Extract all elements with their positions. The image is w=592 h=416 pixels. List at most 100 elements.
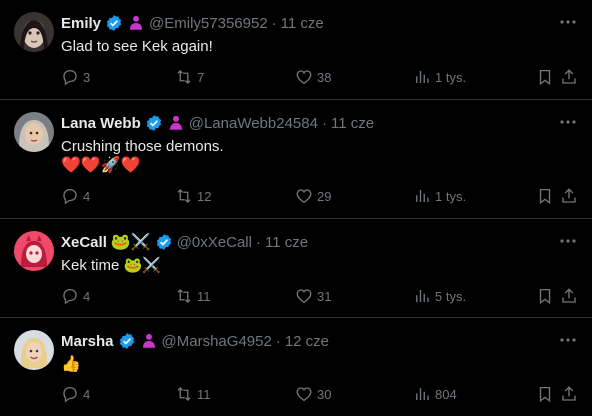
tweet-text: Kek time 🐸⚔️ <box>61 257 161 274</box>
share-button[interactable] <box>560 287 578 305</box>
tweet[interactable]: Emily @Emily57356952 · 11 cze Glad to se… <box>0 0 592 100</box>
more-options-icon[interactable] <box>558 12 578 32</box>
share-icon <box>562 288 576 303</box>
views-button[interactable]: 804 <box>413 385 533 403</box>
like-button[interactable]: 31 <box>295 287 413 305</box>
share-icon <box>562 69 576 84</box>
bookmark-icon <box>539 288 551 305</box>
verified-badge-icon <box>146 115 161 131</box>
separator: · <box>271 14 277 32</box>
avatar[interactable] <box>14 12 54 52</box>
display-name[interactable]: Emily <box>61 15 101 32</box>
timestamp[interactable]: 11 cze <box>331 115 374 132</box>
like-count: 38 <box>317 69 332 85</box>
share-icon <box>562 386 576 401</box>
tweet-header: Lana Webb @LanaWebb24584 · 11 cze <box>61 113 552 133</box>
share-button[interactable] <box>560 187 578 205</box>
views-chart-icon <box>416 290 429 302</box>
reply-button[interactable]: 4 <box>61 187 175 205</box>
timestamp[interactable]: 11 cze <box>281 15 324 32</box>
separator: · <box>321 114 327 132</box>
retweet-button[interactable]: 11 <box>175 385 295 403</box>
like-count: 31 <box>317 288 332 304</box>
display-name[interactable]: XeCall <box>61 234 107 251</box>
like-button[interactable]: 30 <box>295 385 413 403</box>
views-chart-icon <box>416 190 429 202</box>
bookmark-icon <box>539 386 551 403</box>
tweet[interactable]: XeCall 🐸⚔️ @0xXeCall · 11 cze Kek time 🐸… <box>0 219 592 318</box>
handle[interactable]: @Emily57356952 <box>149 15 268 32</box>
heart-icon <box>296 189 312 204</box>
share-button[interactable] <box>560 68 578 86</box>
views-chart-icon <box>416 388 429 400</box>
reply-count: 3 <box>83 69 91 85</box>
timestamp[interactable]: 12 cze <box>285 333 329 350</box>
avatar[interactable] <box>14 231 54 271</box>
bookmark-button[interactable] <box>536 287 554 305</box>
tweet-header: Marsha @MarshaG4952 · 12 cze <box>61 331 552 351</box>
reply-icon <box>63 288 77 305</box>
display-name[interactable]: Marsha <box>61 333 114 350</box>
share-button[interactable] <box>560 385 578 403</box>
more-options-icon[interactable] <box>558 112 578 132</box>
retweet-button[interactable]: 12 <box>175 187 295 205</box>
retweet-icon <box>177 387 191 401</box>
verified-badge-icon <box>106 15 122 31</box>
retweet-button[interactable]: 7 <box>175 68 295 86</box>
view-count: 5 tys. <box>435 288 467 304</box>
handle[interactable]: @LanaWebb24584 <box>189 115 318 132</box>
timestamp[interactable]: 11 cze <box>265 234 308 251</box>
like-count: 30 <box>317 386 332 402</box>
tweet-emoji-line: ❤️❤️🚀❤️ <box>61 157 141 174</box>
tweet-header: XeCall 🐸⚔️ @0xXeCall · 11 cze <box>61 232 552 252</box>
tweet-actions: 4 11 31 5 tys. <box>61 285 578 307</box>
tweet[interactable]: Lana Webb @LanaWebb24584 · 11 cze Crushi… <box>0 100 592 219</box>
heart-icon <box>296 289 312 304</box>
verified-badge-icon <box>119 333 134 349</box>
tweet[interactable]: Marsha @MarshaG4952 · 12 cze 👍 4 11 30 8… <box>0 318 592 416</box>
reply-icon <box>63 188 77 205</box>
affiliate-person-icon <box>130 15 143 30</box>
bookmark-button[interactable] <box>536 68 554 86</box>
views-button[interactable]: 1 tys. <box>413 68 533 86</box>
retweet-count: 11 <box>197 386 211 402</box>
separator: · <box>275 332 281 350</box>
affiliate-person-icon <box>169 115 182 130</box>
reply-button[interactable]: 3 <box>61 68 175 86</box>
tweet-actions: 4 12 29 1 tys. <box>61 185 578 207</box>
view-count: 1 tys. <box>435 188 467 204</box>
display-name[interactable]: Lana Webb <box>61 115 141 132</box>
like-button[interactable]: 38 <box>295 68 413 86</box>
retweet-count: 11 <box>197 288 211 304</box>
retweet-icon <box>177 289 191 303</box>
views-button[interactable]: 1 tys. <box>413 187 533 205</box>
bookmark-icon <box>539 69 551 86</box>
bookmark-icon <box>539 188 551 205</box>
avatar[interactable] <box>14 330 54 370</box>
view-count: 1 tys. <box>435 69 467 85</box>
bookmark-button[interactable] <box>536 385 554 403</box>
reply-button[interactable]: 4 <box>61 287 175 305</box>
reply-icon <box>63 69 77 86</box>
retweet-count: 7 <box>197 69 205 85</box>
heart-icon <box>296 387 312 402</box>
more-options-icon[interactable] <box>558 231 578 251</box>
more-options-icon[interactable] <box>558 330 578 350</box>
views-button[interactable]: 5 tys. <box>413 287 533 305</box>
bookmark-button[interactable] <box>536 187 554 205</box>
reply-icon <box>63 386 77 403</box>
handle[interactable]: @0xXeCall <box>177 234 252 251</box>
affiliate-person-icon <box>142 333 155 348</box>
retweet-icon <box>177 189 191 203</box>
retweet-button[interactable]: 11 <box>175 287 295 305</box>
like-button[interactable]: 29 <box>295 187 413 205</box>
share-icon <box>562 188 576 203</box>
handle[interactable]: @MarshaG4952 <box>162 333 272 350</box>
view-count: 804 <box>435 386 457 402</box>
verified-badge-icon <box>156 234 171 250</box>
reply-button[interactable]: 4 <box>61 385 175 403</box>
tweet-header: Emily @Emily57356952 · 11 cze <box>61 13 552 33</box>
retweet-count: 12 <box>197 188 212 204</box>
heart-icon <box>296 70 312 85</box>
avatar[interactable] <box>14 112 54 152</box>
